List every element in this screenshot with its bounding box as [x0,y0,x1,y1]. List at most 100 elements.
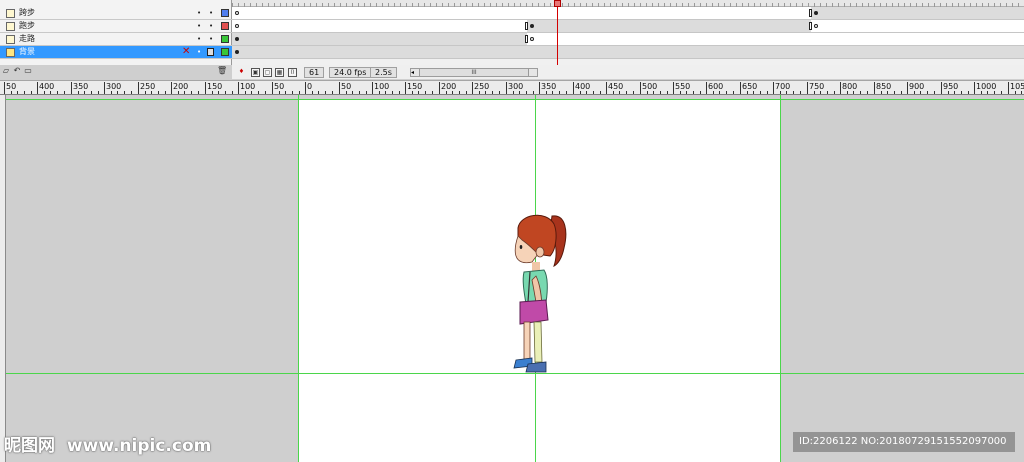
nipic-watermark: 昵图网 www.nipic.com [4,431,211,456]
keyframe-filled[interactable] [235,50,239,54]
keyframe-filled[interactable] [530,24,534,28]
ruler-label: 150 [407,82,423,91]
ruler-major-tick [1008,82,1009,94]
ruler-label: 100 [240,82,256,91]
new-layer-icon[interactable]: ▱ [1,66,11,76]
timeline-status-bar: ♦ ▣ ▢ ▦ ⌷ 61 24.0 fps 2.5s ◂ III [232,65,1024,79]
layer-name: 跨步 [19,8,35,17]
ruler-label: 750 [809,82,825,91]
layer-row-paobu[interactable]: 跑步 • • [0,20,232,33]
ruler-major-tick [840,82,841,94]
outline-color-swatch[interactable] [221,9,229,17]
outline-color-swatch[interactable] [221,48,229,56]
frame-grid[interactable] [232,0,1024,65]
guide-line-horizontal[interactable] [6,99,1024,100]
ruler-major-tick [673,82,674,94]
layer-row-kuabu[interactable]: 跨步 • • [0,7,232,20]
ruler-major-tick [640,82,641,94]
ruler-label: 200 [441,82,457,91]
frame-span-end[interactable] [809,22,812,30]
playhead-handle[interactable] [554,0,561,7]
ruler-label: 700 [775,82,791,91]
trash-icon[interactable]: 🗑 [217,66,227,76]
new-folder-icon[interactable]: ▭ [23,66,33,76]
ruler-major-tick [573,82,574,94]
keyframe-empty[interactable] [814,24,818,28]
elapsed-time-field: 2.5s [370,67,397,78]
ruler-label: 400 [39,82,55,91]
horizontal-ruler: 50 400 350 300 250 200 150 100 50 0 50 100 150 200 250… [0,80,1024,95]
ruler-label: 950 [943,82,959,91]
onion-skin-icon[interactable]: ▣ [251,68,260,77]
visibility-dot-icon[interactable]: • [197,7,201,19]
lock-icon[interactable] [207,48,214,56]
keyframe-filled[interactable] [235,37,239,41]
visibility-dot-icon[interactable]: • [197,46,201,58]
layer-row-zoulu[interactable]: 走路 • • [0,33,232,46]
timeline-scrollbar[interactable]: ◂ III [410,68,538,77]
playhead-line[interactable] [557,0,558,66]
ruler-major-tick [606,82,607,94]
scrollbar-thumb[interactable]: III [419,69,529,76]
ruler-major-tick [104,82,105,94]
ruler-label: 850 [876,82,892,91]
edit-multiple-frames-icon[interactable]: ▦ [275,68,284,77]
lock-dot-icon[interactable]: • [209,20,213,32]
ruler-major-tick [71,82,72,94]
current-frame-field[interactable]: 61 [304,67,325,78]
visibility-dot-icon[interactable]: • [197,20,201,32]
frame-track-kuabu[interactable] [232,7,1024,20]
frame-span-end[interactable] [525,35,528,43]
keyframe-empty[interactable] [530,37,534,41]
modify-onion-markers-icon[interactable]: ⌷ [288,68,297,77]
frame-rate-field[interactable]: 24.0 fps [329,67,372,78]
ruler-label: 550 [675,82,691,91]
ruler-major-tick [171,82,172,94]
layer-icon [6,9,15,18]
layer-row-beijing[interactable]: 背景 ✕ • [0,46,232,59]
layer-name: 跑步 [19,21,35,30]
ruler-label: 400 [575,82,591,91]
layer-name: 背景 [19,47,35,56]
keyframe-empty[interactable] [235,24,239,28]
ruler-label: 0 [307,82,313,91]
guide-line-vertical[interactable] [298,95,299,462]
ruler-major-tick [907,82,908,94]
frame-span-end[interactable] [809,9,812,17]
scroll-left-icon[interactable]: ◂ [411,69,414,76]
cartoon-girl-character[interactable] [506,210,570,374]
keyframe-filled[interactable] [814,11,818,15]
lock-dot-icon[interactable]: • [209,33,213,45]
ruler-major-tick [740,82,741,94]
frame-track-zoulu[interactable] [232,33,1024,46]
ruler-major-tick [807,82,808,94]
frame-span-end[interactable] [525,22,528,30]
ruler-label: 900 [909,82,925,91]
guide-line-vertical[interactable] [780,95,781,462]
ruler-label: 50 [6,82,17,91]
ruler-major-tick [706,82,707,94]
keyframe-empty[interactable] [235,11,239,15]
ruler-major-tick [974,82,975,94]
layer-name: 走路 [19,34,35,43]
ruler-major-tick [272,82,273,94]
frame-track-beijing[interactable] [232,46,1024,59]
hidden-x-icon[interactable]: ✕ [182,46,190,58]
center-frame-icon[interactable]: ♦ [237,68,246,77]
outline-color-swatch[interactable] [221,35,229,43]
ruler-major-tick [506,82,507,94]
visibility-dot-icon[interactable]: • [197,33,201,45]
onion-outline-icon[interactable]: ▢ [263,68,272,77]
lock-dot-icon[interactable]: • [209,7,213,19]
outline-color-swatch[interactable] [221,22,229,30]
ruler-major-tick [238,82,239,94]
layer-icon [6,22,15,31]
watermark-site-glyphs: 昵图网 [4,436,55,456]
ruler-label: 300 [508,82,524,91]
ruler-major-tick [439,82,440,94]
motion-guide-icon[interactable]: ↶ [12,66,22,76]
ruler-major-tick [874,82,875,94]
ruler-major-tick [37,82,38,94]
frame-track-paobu[interactable] [232,20,1024,33]
frame-ruler[interactable] [232,0,1024,7]
